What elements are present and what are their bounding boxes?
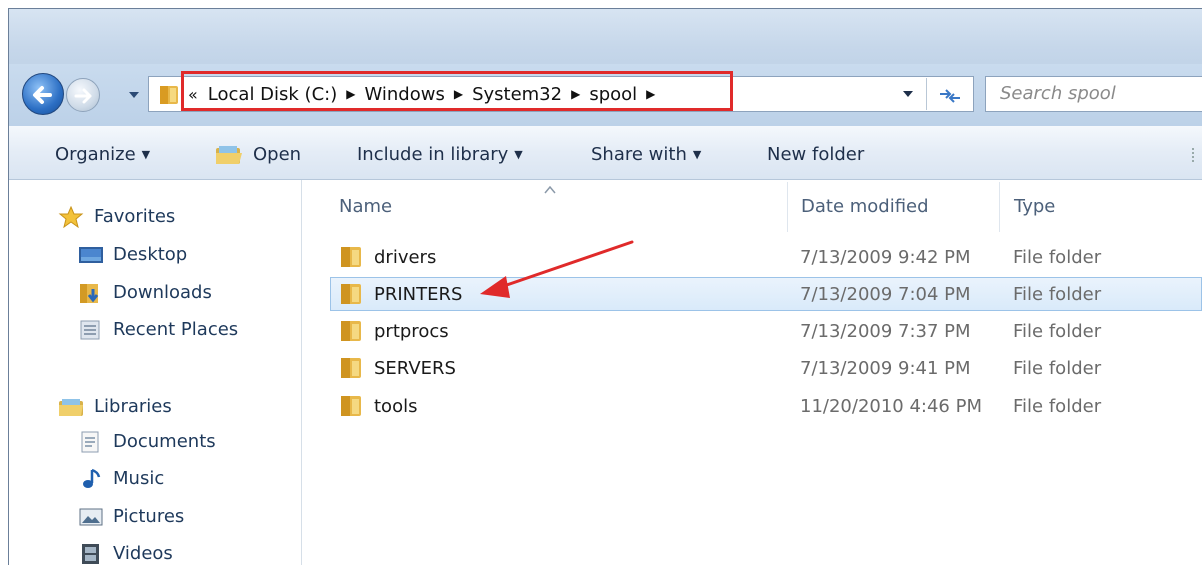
file-type: File folder — [1013, 358, 1102, 379]
toolbar-overflow-grip — [1192, 148, 1198, 162]
forward-button[interactable] — [66, 78, 100, 112]
pictures-icon — [79, 508, 103, 526]
file-date-modified: 7/13/2009 9:42 PM — [800, 247, 971, 268]
organize-button[interactable]: Organize ▼ — [55, 144, 150, 165]
file-date-modified: 7/13/2009 7:04 PM — [800, 284, 971, 305]
nav-music[interactable]: Music — [113, 468, 164, 489]
downloads-folder-icon — [80, 284, 99, 303]
column-header-date-modified[interactable]: Date modified — [801, 196, 929, 217]
new-folder-button[interactable]: New folder — [767, 144, 864, 165]
nav-favorites[interactable]: Favorites — [94, 206, 175, 227]
folder-icon — [341, 284, 361, 304]
folder-icon — [341, 358, 361, 378]
open-button[interactable]: Open — [253, 144, 301, 165]
share-with-label: Share with — [591, 144, 687, 165]
annotation-arrow-icon — [480, 240, 634, 298]
refresh-icon — [940, 89, 960, 103]
nav-recent-places[interactable]: Recent Places — [113, 319, 238, 340]
back-arrow-icon — [33, 86, 52, 104]
file-date-modified: 11/20/2010 4:46 PM — [800, 396, 982, 417]
folder-icon — [341, 321, 361, 341]
documents-icon — [81, 431, 99, 453]
file-type: File folder — [1013, 396, 1102, 417]
file-name: SERVERS — [374, 358, 456, 379]
nav-libraries[interactable]: Libraries — [94, 396, 172, 417]
explorer-window: « Local Disk (C:) ▶ Windows ▶ System32 ▶… — [0, 0, 1202, 565]
folder-icon — [160, 86, 178, 104]
organize-label: Organize — [55, 144, 136, 165]
search-input[interactable]: Search spool — [985, 76, 1202, 112]
music-note-icon — [83, 468, 101, 488]
include-in-library-button[interactable]: Include in library ▼ — [357, 144, 523, 165]
file-date-modified: 7/13/2009 9:41 PM — [800, 358, 971, 379]
file-name: PRINTERS — [374, 284, 463, 305]
forward-arrow-icon — [74, 88, 92, 104]
file-name: prtprocs — [374, 321, 449, 342]
chevron-down-icon: ▼ — [514, 148, 523, 161]
sort-ascending-icon — [544, 186, 556, 194]
desktop-icon — [79, 247, 103, 263]
file-type: File folder — [1013, 247, 1102, 268]
column-header-type[interactable]: Type — [1014, 196, 1055, 217]
folder-icon — [341, 247, 361, 267]
videos-icon — [82, 544, 99, 564]
file-name: tools — [374, 396, 418, 417]
back-button[interactable] — [22, 73, 64, 115]
refresh-button[interactable] — [926, 78, 974, 110]
nav-desktop[interactable]: Desktop — [113, 244, 187, 265]
nav-pictures[interactable]: Pictures — [113, 506, 184, 527]
address-highlight-annotation — [181, 71, 733, 111]
file-type: File folder — [1013, 321, 1102, 342]
include-in-library-label: Include in library — [357, 144, 509, 165]
file-date-modified: 7/13/2009 7:37 PM — [800, 321, 971, 342]
nav-downloads[interactable]: Downloads — [113, 282, 212, 303]
column-divider[interactable] — [787, 182, 788, 232]
chevron-down-icon: ▼ — [141, 148, 151, 161]
file-type: File folder — [1013, 284, 1102, 305]
nav-videos[interactable]: Videos — [113, 543, 173, 564]
share-with-button[interactable]: Share with ▼ — [591, 144, 701, 165]
column-divider[interactable] — [999, 182, 1000, 232]
star-icon — [58, 206, 84, 228]
libraries-icon — [59, 399, 83, 416]
column-header-name[interactable]: Name — [339, 196, 392, 217]
open-folder-icon — [216, 146, 242, 164]
recent-places-icon — [80, 320, 100, 340]
chevron-down-icon: ▼ — [692, 148, 702, 161]
folder-icon — [341, 396, 361, 416]
file-name: drivers — [374, 247, 437, 268]
nav-documents[interactable]: Documents — [113, 431, 216, 452]
address-history-dropdown-icon[interactable] — [902, 89, 914, 99]
recent-pages-dropdown-icon[interactable] — [128, 90, 140, 100]
